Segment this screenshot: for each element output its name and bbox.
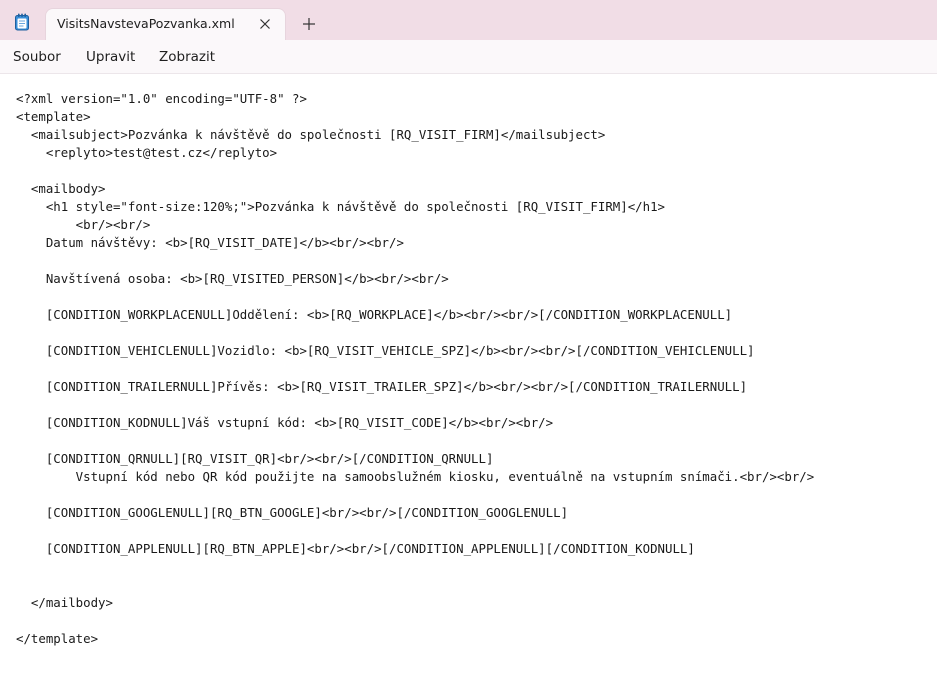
code-line: [CONDITION_WORKPLACENULL]Oddělení: <b>[R… bbox=[16, 307, 733, 322]
code-line: <br/><br/> bbox=[16, 217, 151, 232]
code-line: <mailbody> bbox=[16, 181, 106, 196]
plus-icon[interactable] bbox=[300, 15, 318, 33]
code-line: <mailsubject>Pozvánka k návštěvě do spol… bbox=[16, 127, 606, 142]
code-line: [CONDITION_GOOGLENULL][RQ_BTN_GOOGLE]<br… bbox=[16, 505, 569, 520]
code-line: Datum návštěvy: <b>[RQ_VISIT_DATE]</b><b… bbox=[16, 235, 404, 250]
tab-title: VisitsNavstevaPozvanka.xml bbox=[57, 16, 235, 31]
text-editor[interactable]: <?xml version="1.0" encoding="UTF-8" ?> … bbox=[0, 74, 937, 681]
code-line: <template> bbox=[16, 109, 91, 124]
code-line: [CONDITION_VEHICLENULL]Vozidlo: <b>[RQ_V… bbox=[16, 343, 755, 358]
menu-file[interactable]: Soubor bbox=[13, 49, 61, 65]
code-line: </mailbody> bbox=[16, 595, 113, 610]
code-line: <?xml version="1.0" encoding="UTF-8" ?> bbox=[16, 91, 307, 106]
code-line: <replyto>test@test.cz</replyto> bbox=[16, 145, 278, 160]
menu-view[interactable]: Zobrazit bbox=[159, 49, 215, 65]
code-line: <h1 style="font-size:120%;">Pozvánka k n… bbox=[16, 199, 666, 214]
close-icon[interactable] bbox=[256, 15, 274, 33]
code-line: Navštívená osoba: <b>[RQ_VISITED_PERSON]… bbox=[16, 271, 449, 286]
menu-bar: Soubor Upravit Zobrazit bbox=[0, 40, 937, 74]
code-line: [CONDITION_KODNULL]Váš vstupní kód: <b>[… bbox=[16, 415, 554, 430]
code-line: [CONDITION_TRAILERNULL]Přívěs: <b>[RQ_VI… bbox=[16, 379, 748, 394]
code-line: </template> bbox=[16, 631, 99, 646]
document-tab[interactable]: VisitsNavstevaPozvanka.xml bbox=[46, 9, 285, 40]
code-line: [CONDITION_APPLENULL][RQ_BTN_APPLE]<br/>… bbox=[16, 541, 695, 556]
code-line: [CONDITION_QRNULL][RQ_VISIT_QR]<br/><br/… bbox=[16, 451, 494, 466]
code-line: Vstupní kód nebo QR kód použijte na samo… bbox=[16, 469, 815, 484]
title-bar: VisitsNavstevaPozvanka.xml bbox=[0, 0, 937, 40]
notepad-icon bbox=[14, 13, 30, 31]
menu-edit[interactable]: Upravit bbox=[86, 49, 135, 65]
